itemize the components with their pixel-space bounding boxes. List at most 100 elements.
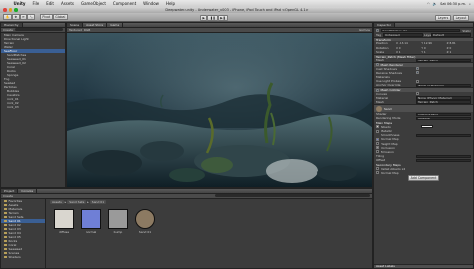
step-button[interactable]: ▶❚ bbox=[217, 14, 228, 21]
project-search-input[interactable] bbox=[214, 194, 370, 198]
cast-shadows-checkbox[interactable]: ✓ bbox=[416, 67, 419, 71]
project-create-button[interactable]: Create bbox=[3, 194, 13, 198]
pivot-toggle[interactable]: Pivot bbox=[39, 14, 53, 20]
tab-scene[interactable]: Scene bbox=[67, 23, 84, 27]
menu-edit[interactable]: Edit bbox=[43, 1, 58, 6]
menu-component[interactable]: Component bbox=[109, 1, 139, 6]
albedo-color-field[interactable] bbox=[420, 125, 433, 129]
layer-label: Layer bbox=[424, 33, 433, 38]
asset-item[interactable]: normal bbox=[80, 209, 102, 234]
shader-dropdown[interactable]: Custom/Sand bbox=[416, 112, 471, 116]
volume-icon[interactable]: 🔈 bbox=[433, 2, 437, 6]
mesh-label: Mesh bbox=[376, 58, 384, 63]
folder-icon bbox=[4, 235, 7, 239]
hierarchy-list: Main Camera Directional Light Terrain Water… bbox=[1, 33, 65, 109]
menu-gameobject[interactable]: GameObject bbox=[77, 1, 109, 6]
menu-assets[interactable]: Assets bbox=[57, 1, 77, 6]
hierarchy-item[interactable]: rock_03 bbox=[1, 105, 65, 109]
tab-game[interactable]: Game bbox=[107, 23, 124, 27]
hand-tool-icon[interactable]: ✋ bbox=[3, 14, 12, 20]
play-button[interactable]: ▶ bbox=[200, 14, 208, 21]
menu-window[interactable]: Window bbox=[140, 1, 163, 6]
move-tool-icon[interactable]: ✥ bbox=[11, 14, 20, 20]
object-active-checkbox[interactable]: ✓ bbox=[376, 29, 379, 32]
tab-inspector[interactable]: Inspector bbox=[374, 23, 395, 27]
clock[interactable]: Sat 06:30 p.m. bbox=[440, 2, 466, 6]
asset-thumbnail bbox=[54, 209, 74, 229]
layout-dropdown[interactable]: Layout bbox=[453, 14, 469, 21]
breadcrumb-assets[interactable]: Assets bbox=[50, 199, 64, 204]
collider-material-field[interactable]: None (Physic Material) bbox=[416, 96, 471, 100]
emission-checkbox[interactable] bbox=[376, 150, 379, 154]
hierarchy-search-input[interactable] bbox=[14, 28, 63, 32]
folder-icon bbox=[4, 243, 7, 247]
tag-dropdown[interactable]: Untagged bbox=[383, 33, 423, 37]
detail-albedo-swatch[interactable] bbox=[376, 167, 379, 171]
height-map-swatch[interactable] bbox=[376, 142, 379, 146]
hierarchy-create-button[interactable]: Create bbox=[3, 28, 13, 32]
layers-dropdown[interactable]: Layers bbox=[435, 14, 451, 21]
gizmos-dropdown[interactable]: Gizmos bbox=[359, 28, 370, 32]
add-component-button[interactable]: Add Component bbox=[408, 175, 439, 182]
receive-shadows-checkbox[interactable]: ✓ bbox=[416, 71, 419, 75]
folder-icon bbox=[4, 199, 7, 203]
folder-icon bbox=[4, 219, 7, 223]
asset-item[interactable]: diffuse bbox=[53, 209, 75, 234]
anchor-override-field[interactable]: None (Transform) bbox=[416, 83, 471, 87]
spotlight-search-icon[interactable]: ⌕ bbox=[469, 2, 471, 6]
asset-label: bump bbox=[113, 230, 123, 234]
global-toggle[interactable]: Global bbox=[52, 14, 68, 20]
tab-hierarchy[interactable]: Hierarchy bbox=[1, 23, 23, 27]
smoothness-slider[interactable] bbox=[416, 133, 471, 137]
scale-tool-icon[interactable]: ⤡ bbox=[27, 14, 35, 20]
pivot-group: Pivot Global bbox=[39, 14, 68, 20]
metallic-swatch[interactable] bbox=[376, 129, 379, 133]
asset-thumbnail bbox=[108, 209, 128, 229]
asset-item[interactable]: Sand 01 bbox=[134, 209, 156, 234]
pause-button[interactable]: ❚❚ bbox=[207, 14, 218, 21]
tab-console[interactable]: Console bbox=[18, 189, 38, 193]
asset-item[interactable]: bump bbox=[107, 209, 129, 234]
folder-icon bbox=[4, 231, 7, 235]
detail-normal-swatch[interactable] bbox=[376, 171, 379, 175]
tab-asset-store[interactable]: Asset Store bbox=[83, 23, 108, 27]
asset-label: diffuse bbox=[58, 230, 70, 234]
project-folder-item[interactable]: Shaders bbox=[1, 255, 45, 259]
layer-dropdown[interactable]: Default bbox=[431, 33, 471, 37]
normal-map-swatch[interactable] bbox=[376, 137, 379, 141]
scale-y-field[interactable]: Y 1 bbox=[421, 50, 445, 54]
folder-icon bbox=[4, 227, 7, 231]
collider-mesh-field[interactable]: Terrain_Patch bbox=[416, 100, 471, 104]
wifi-icon[interactable]: ◠ bbox=[427, 2, 430, 6]
asset-thumbnail bbox=[135, 209, 155, 229]
object-name-field[interactable]: SandPatches_01 bbox=[380, 28, 461, 33]
breadcrumb-sand-01[interactable]: Sand 01 bbox=[89, 199, 107, 204]
tag-label: Tag bbox=[376, 33, 382, 38]
albedo-swatch[interactable] bbox=[376, 125, 379, 129]
scene-viewport[interactable] bbox=[67, 33, 373, 188]
scene-panel: Scene Asset Store Game Textured RGB Gizm… bbox=[66, 22, 373, 188]
rotate-tool-icon[interactable]: ⟳ bbox=[19, 14, 28, 20]
mesh-field[interactable]: Terrain_Patch bbox=[416, 58, 471, 62]
tab-project[interactable]: Project bbox=[1, 189, 19, 193]
convex-checkbox[interactable] bbox=[416, 92, 419, 96]
editor-toolbar: ✋ ✥ ⟳ ⤡ Pivot Global ▶ ❚❚ ▶❚ Layers Layo… bbox=[0, 13, 474, 22]
occlusion-swatch[interactable] bbox=[376, 146, 379, 150]
project-folder-tree: Favorites Assets Materials Terrain Sand Sets… bbox=[1, 199, 46, 268]
shading-mode-dropdown[interactable]: Textured bbox=[69, 28, 82, 32]
status-area: ◠ 🔈 Sat 06:30 p.m. ⌕ bbox=[427, 2, 474, 6]
material-header[interactable]: Sand bbox=[374, 104, 473, 113]
scale-x-field[interactable]: X 1 bbox=[396, 50, 420, 54]
rendering-mode-dropdown[interactable]: Opaque bbox=[416, 116, 471, 121]
scale-z-field[interactable]: Z 1 bbox=[447, 50, 471, 54]
use-light-probes-checkbox[interactable] bbox=[416, 79, 419, 83]
render-mode-dropdown[interactable]: RGB bbox=[84, 28, 90, 32]
menu-unity[interactable]: Unity bbox=[10, 1, 29, 6]
tiling-field[interactable] bbox=[416, 154, 471, 158]
asset-labels-bar[interactable]: Asset Labels bbox=[374, 263, 473, 268]
transform-tools: ✋ ✥ ⟳ ⤡ bbox=[3, 14, 35, 20]
menu-file[interactable]: File bbox=[29, 1, 43, 6]
breadcrumb-sand-sets[interactable]: Sand Sets bbox=[67, 199, 87, 204]
offset-field[interactable] bbox=[416, 158, 471, 162]
menu-help[interactable]: Help bbox=[162, 1, 178, 6]
